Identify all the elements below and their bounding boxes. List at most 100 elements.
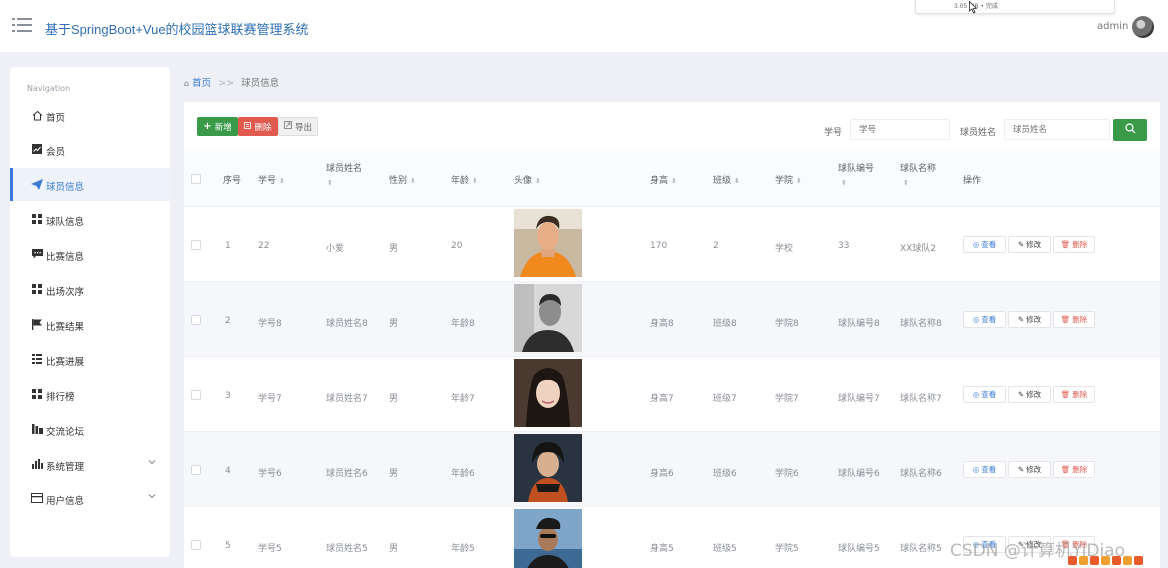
tray-icon: [1123, 556, 1132, 565]
player-photo[interactable]: [514, 434, 582, 502]
sidebar-item-match-info[interactable]: 比赛信息: [10, 238, 170, 271]
sidebar-item-member[interactable]: 会员: [10, 133, 170, 166]
player-photo[interactable]: [514, 359, 582, 427]
cell-college: 学院7: [775, 394, 799, 404]
sort-icon[interactable]: ⬍: [796, 177, 802, 185]
column-header-class[interactable]: 班级 ⬍: [713, 173, 740, 186]
table-row: 2 学号8 球员姓名8 男 年龄8 身高8 班级8 学院8 球队编号8 球队名称…: [184, 282, 1160, 357]
view-button[interactable]: ◎ 查看: [963, 236, 1006, 253]
column-header-name[interactable]: 球员姓名: [326, 161, 362, 174]
tray-icon: [1090, 556, 1099, 565]
row-checkbox[interactable]: [191, 465, 201, 475]
column-header-team-name[interactable]: 球队名称: [900, 161, 936, 174]
mouse-cursor-icon: [969, 1, 977, 14]
cell-id: 学号6: [258, 469, 282, 479]
search-button[interactable]: [1113, 119, 1147, 141]
row-checkbox[interactable]: [191, 315, 201, 325]
sidebar-item-label: 首页: [46, 113, 66, 124]
export-button[interactable]: 导出: [278, 117, 318, 136]
sidebar-item-label: 出场次序: [46, 287, 85, 298]
menu-toggle-icon[interactable]: [12, 18, 32, 34]
delete-button[interactable]: 🗑 删除: [1053, 461, 1095, 478]
view-button[interactable]: ◎ 查看: [963, 386, 1006, 403]
cell-team-no: 球队编号7: [838, 394, 880, 404]
sidebar-item-match-progress[interactable]: 比赛进展: [10, 343, 170, 376]
tray-icon: [1079, 556, 1088, 565]
sidebar-item-player-info[interactable]: 球员信息: [10, 168, 170, 201]
edit-button[interactable]: ✎ 修改: [1008, 236, 1051, 253]
cell-age: 年龄5: [451, 544, 475, 554]
player-photo[interactable]: [514, 284, 582, 352]
cell-gender: 男: [389, 244, 399, 254]
column-header-college[interactable]: 学院 ⬍: [775, 173, 802, 186]
delete-button[interactable]: 🗑 删除: [1053, 236, 1095, 253]
delete-button[interactable]: 🗑 删除: [1053, 386, 1095, 403]
user-name[interactable]: admin: [1097, 21, 1128, 32]
column-header-photo[interactable]: 头像 ⬍: [514, 173, 541, 186]
view-button[interactable]: ◎ 查看: [963, 311, 1006, 328]
sidebar-item-system-management[interactable]: 系统管理: [10, 448, 170, 481]
edit-button[interactable]: ✎ 修改: [1008, 461, 1051, 478]
cell-index: 2: [225, 316, 231, 326]
tray-icon: [1134, 556, 1143, 565]
avatar[interactable]: [1132, 16, 1154, 38]
tray-icon: [1068, 556, 1077, 565]
search-id-label: 学号: [824, 128, 843, 138]
column-header-height[interactable]: 身高 ⬍: [650, 173, 677, 186]
row-checkbox[interactable]: [191, 240, 201, 250]
sort-icon[interactable]: ⬍: [734, 177, 740, 185]
edit-button-label: 修改: [1026, 390, 1042, 399]
sidebar-item-forum[interactable]: 交流论坛: [10, 413, 170, 446]
column-header-gender[interactable]: 性别 ⬍: [389, 173, 416, 186]
player-photo[interactable]: [514, 509, 582, 568]
edit-button[interactable]: ✎ 修改: [1008, 386, 1051, 403]
sidebar-item-lineup-order[interactable]: 出场次序: [10, 273, 170, 306]
search-name-input[interactable]: [1004, 119, 1110, 140]
edit-button[interactable]: ✎ 修改: [1008, 311, 1051, 328]
column-header-age[interactable]: 年龄 ⬍: [451, 173, 478, 186]
row-checkbox[interactable]: [191, 540, 201, 550]
sidebar: Navigation 首页 会员 球员信息 球队信息 比赛信息 出场次序 比赛结…: [10, 67, 170, 557]
cell-team-name: XX球队2: [900, 244, 937, 254]
sidebar-item-team-info[interactable]: 球队信息: [10, 203, 170, 236]
sidebar-item-ranking[interactable]: 排行榜: [10, 378, 170, 411]
table-header: 序号 学号 ⬍ 球员姓名 ⬍ 性别 ⬍ 年龄 ⬍ 头像 ⬍ 身高 ⬍ 班级 ⬍ 学院 ⬍ 球队…: [184, 151, 1160, 207]
sort-icon[interactable]: ⬍: [841, 179, 847, 187]
sidebar-item-label: 比赛进展: [46, 357, 85, 368]
sort-icon[interactable]: ⬍: [535, 177, 541, 185]
player-photo[interactable]: [514, 209, 582, 277]
view-button-label: 查看: [981, 390, 997, 399]
breadcrumb-home[interactable]: 首页: [192, 78, 211, 89]
chart-icon: [31, 143, 43, 155]
sort-icon[interactable]: ⬍: [671, 177, 677, 185]
select-all-checkbox[interactable]: [191, 174, 201, 184]
batch-delete-button[interactable]: 删除: [238, 117, 278, 136]
trash-icon: 🗑: [1060, 390, 1071, 399]
sidebar-item-match-result[interactable]: 比赛结果: [10, 308, 170, 341]
search-name-label: 球员姓名: [960, 128, 997, 138]
view-button-label: 查看: [981, 240, 997, 249]
sort-icon[interactable]: ⬍: [327, 179, 333, 187]
eye-icon: ◎: [972, 465, 980, 474]
search-id-input[interactable]: [850, 119, 950, 140]
sort-icon[interactable]: ⬍: [903, 179, 909, 187]
cell-id: 学号7: [258, 394, 282, 404]
cell-name: 小爱: [326, 244, 345, 254]
top-bar: 基于SpringBoot+Vue的校园篮球联赛管理系统 3.05 MB • 完成…: [0, 0, 1168, 52]
sort-icon[interactable]: ⬍: [279, 177, 285, 185]
column-header-team-no[interactable]: 球队编号: [838, 161, 874, 174]
column-header-id[interactable]: 学号 ⬍: [258, 173, 285, 186]
cell-college: 学院6: [775, 469, 799, 479]
row-checkbox[interactable]: [191, 390, 201, 400]
sidebar-item-home[interactable]: 首页: [10, 99, 170, 132]
delete-button[interactable]: 🗑 删除: [1053, 311, 1095, 328]
view-button[interactable]: ◎ 查看: [963, 461, 1006, 478]
sidebar-item-user-info[interactable]: 用户信息: [10, 482, 170, 515]
add-button[interactable]: + 新增: [197, 117, 238, 136]
sidebar-item-label: 系统管理: [46, 462, 85, 473]
sort-icon[interactable]: ⬍: [410, 177, 416, 185]
home-icon: ⌂: [184, 79, 190, 88]
export-button-label: 导出: [294, 122, 312, 133]
breadcrumb-current: 球员信息: [241, 78, 280, 89]
sort-icon[interactable]: ⬍: [472, 177, 478, 185]
